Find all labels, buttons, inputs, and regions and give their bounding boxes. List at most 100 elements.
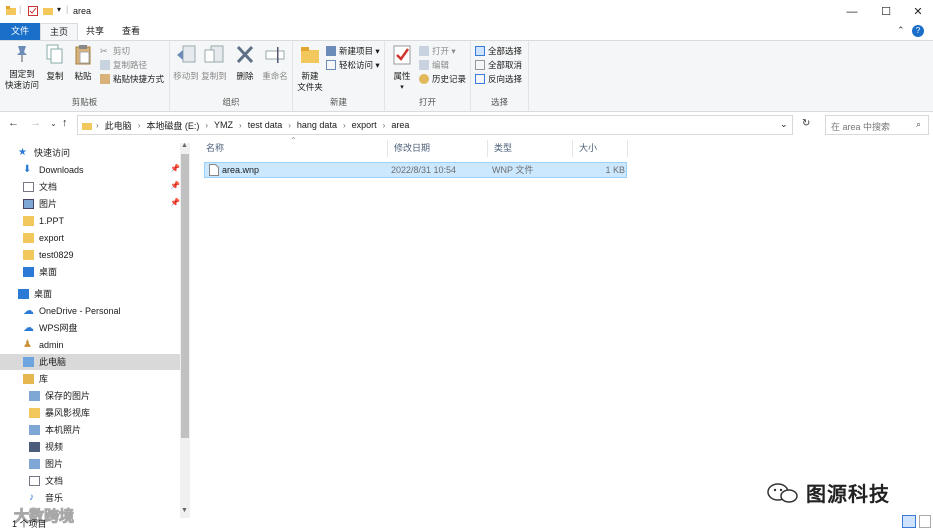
nav-label: 视频 <box>45 442 64 452</box>
nav-item-camera-roll[interactable]: 本机照片 <box>29 422 81 438</box>
tab-file[interactable]: 文件 <box>0 23 40 40</box>
document-icon <box>29 476 40 486</box>
tab-share[interactable]: 共享 <box>78 23 112 40</box>
refresh-icon[interactable]: ↻ <box>802 118 810 129</box>
open-icon <box>419 46 429 56</box>
breadcrumb-item[interactable]: hang data <box>297 120 337 130</box>
forward-arrow-icon[interactable]: → <box>30 117 41 129</box>
scroll-down-arrow-icon[interactable]: ▼ <box>181 507 188 514</box>
close-button[interactable]: ✕ <box>902 0 933 23</box>
item-count: 1 个项目 <box>12 519 47 529</box>
scrollbar-thumb[interactable] <box>181 154 189 438</box>
nav-item-quick-access[interactable]: ★ 快速访问 <box>18 145 70 161</box>
nav-item-downloads[interactable]: ⬇ Downloads <box>23 162 84 178</box>
minimize-button[interactable]: — <box>836 0 868 23</box>
breadcrumb-item[interactable]: YMZ <box>214 120 233 130</box>
nav-item-videos[interactable]: 视频 <box>29 439 63 455</box>
tab-view[interactable]: 查看 <box>112 23 150 40</box>
copy-to-button[interactable]: 复制到 <box>200 44 228 82</box>
column-header-name[interactable]: 名称 <box>200 140 388 157</box>
nav-item-export[interactable]: export <box>23 230 64 246</box>
breadcrumb[interactable]: › 此电脑 › 本地磁盘 (E:) › YMZ › test data › hang d… <box>77 115 793 135</box>
nav-item-libraries[interactable]: 库 <box>23 371 48 387</box>
breadcrumb-item[interactable]: 此电脑 <box>105 119 132 132</box>
maximize-button[interactable]: ☐ <box>870 0 902 23</box>
nav-item-documents-lib[interactable]: 文档 <box>29 473 63 489</box>
nav-item-desktop-root[interactable]: 桌面 <box>18 286 52 302</box>
file-size: 1 KB <box>605 165 625 175</box>
picture-icon <box>29 459 40 469</box>
new-folder-quick-icon[interactable] <box>43 6 53 16</box>
copy-button[interactable]: 复制 <box>42 44 68 82</box>
nav-item-admin[interactable]: ♟ admin <box>23 337 64 353</box>
select-all-button[interactable]: 全部选择 <box>475 44 522 58</box>
column-header-size[interactable]: 大小 <box>573 140 628 157</box>
column-header-type[interactable]: 类型 <box>488 140 573 157</box>
new-folder-icon <box>301 47 319 63</box>
history-button[interactable]: 历史记录 <box>419 72 466 86</box>
brand-watermark: 图源科技 <box>766 478 890 507</box>
copy-path-button[interactable]: 复制路径 <box>100 58 147 72</box>
properties-dropdown-icon[interactable]: ▾ <box>388 82 416 93</box>
breadcrumb-item[interactable]: 本地磁盘 (E:) <box>146 119 199 132</box>
address-dropdown-chevron-icon[interactable]: ⌄ <box>780 119 788 130</box>
paste-shortcut-button[interactable]: 粘贴快捷方式 <box>100 72 164 86</box>
back-arrow-icon[interactable]: ← <box>8 117 19 129</box>
desktop-icon <box>23 267 34 277</box>
ribbon-collapse-chevron-icon[interactable]: ⌃ <box>897 25 905 36</box>
move-to-button[interactable]: 移动到 <box>172 44 200 82</box>
nav-item-pictures[interactable]: 图片 <box>23 196 57 212</box>
nav-scrollbar[interactable]: ▲ ▼ <box>180 142 190 518</box>
picture-icon <box>29 425 40 435</box>
nav-item-test0829[interactable]: test0829 <box>23 247 74 263</box>
nav-item-music[interactable]: ♪ 音乐 <box>29 490 63 506</box>
up-arrow-icon[interactable]: ↑ <box>62 117 68 129</box>
select-none-button[interactable]: 全部取消 <box>475 58 522 72</box>
folder-icon <box>29 408 40 418</box>
nav-item-desktop[interactable]: 桌面 <box>23 264 57 280</box>
copy-to-icon <box>204 45 224 63</box>
large-icons-view-icon[interactable] <box>919 515 931 528</box>
search-input[interactable]: 在 area 中搜索 ⌕ <box>825 115 929 135</box>
breadcrumb-item[interactable]: export <box>352 120 377 130</box>
scroll-up-arrow-icon[interactable]: ▲ <box>181 142 188 149</box>
properties-button[interactable]: 属性 ▾ <box>388 44 416 93</box>
nav-item-storm-video[interactable]: 暴风影视库 <box>29 405 90 421</box>
scissors-icon: ✂ <box>100 46 108 56</box>
quick-access-toolbar-dropdown[interactable]: ▾ <box>57 5 61 14</box>
edit-button[interactable]: 编辑 <box>419 58 449 72</box>
pin-to-quick-access-button[interactable]: 固定到 快速访问 <box>3 44 41 91</box>
nav-item-this-pc[interactable]: 此电脑 <box>0 354 180 370</box>
cut-button[interactable]: ✂ 剪切 <box>100 44 130 58</box>
copy-path-label: 复制路径 <box>113 60 148 70</box>
paste-shortcut-icon <box>100 74 110 84</box>
open-button[interactable]: 打开 ▾ <box>419 44 456 58</box>
breadcrumb-item[interactable]: area <box>391 120 409 130</box>
open-group-label: 打开 <box>418 97 436 107</box>
invert-selection-button[interactable]: 反向选择 <box>475 72 522 86</box>
table-row[interactable]: area.wnp 2022/8/31 10:54 WNP 文件 1 KB <box>204 162 627 178</box>
rename-button[interactable]: 重命名 <box>260 44 290 82</box>
nav-item-documents[interactable]: 文档 <box>23 179 57 195</box>
tab-home[interactable]: 主页 <box>40 23 78 40</box>
new-folder-button[interactable]: 新建 文件夹 <box>295 44 325 93</box>
nav-item-pictures-lib[interactable]: 图片 <box>29 456 63 472</box>
delete-button[interactable]: 删除 <box>232 44 258 82</box>
move-to-label: 移动到 <box>173 71 199 81</box>
easy-access-button[interactable]: 轻松访问 ▾ <box>326 58 380 72</box>
nav-label: 文档 <box>39 182 58 192</box>
properties-check-icon[interactable] <box>28 6 38 16</box>
nav-item-onedrive[interactable]: ☁ OneDrive - Personal <box>23 303 121 319</box>
new-item-button[interactable]: 新建项目 ▾ <box>326 44 380 58</box>
paste-button[interactable]: 粘贴 <box>70 44 96 82</box>
nav-item-saved-pictures[interactable]: 保存的图片 <box>29 388 90 404</box>
breadcrumb-item[interactable]: test data <box>248 120 283 130</box>
nav-label: 图片 <box>45 459 64 469</box>
nav-item-1ppt[interactable]: 1.PPT <box>23 213 64 229</box>
help-icon[interactable]: ? <box>912 25 924 37</box>
recent-locations-chevron-icon[interactable]: ⌄ <box>50 119 57 128</box>
column-header-date[interactable]: 修改日期 <box>388 140 488 157</box>
nav-item-wps-drive[interactable]: ☁ WPS网盘 <box>23 320 78 336</box>
pin-label: 固定到 快速访问 <box>4 69 39 90</box>
details-view-icon[interactable] <box>902 515 916 528</box>
